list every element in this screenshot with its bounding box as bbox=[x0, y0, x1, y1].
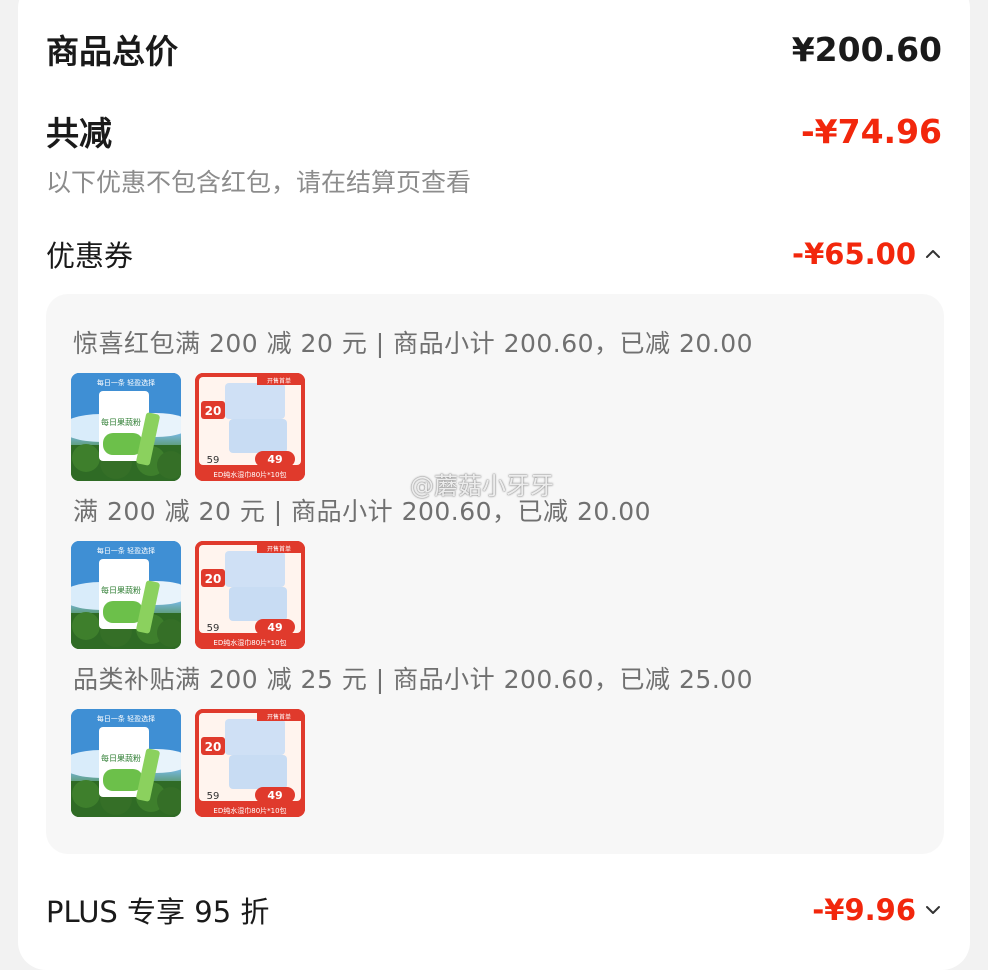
product-image-new-price: 49 bbox=[267, 789, 282, 802]
product-thumbnail[interactable]: 每日一条 轻盈选择 每日果蔬粉 bbox=[71, 709, 181, 817]
coupon-section-value: -¥65.00 bbox=[792, 237, 916, 271]
product-image-discount: 20 bbox=[205, 572, 222, 586]
plus-discount-label: PLUS 专享 95 折 bbox=[46, 895, 270, 929]
coupon-product-list: 每日一条 轻盈选择 每日果蔬粉 20 开售首单 59 49 ED纯水湿巾80片*… bbox=[71, 541, 305, 649]
total-price-row: 商品总价 ¥200.60 bbox=[46, 28, 942, 72]
product-image-footer: ED纯水湿巾80片*10包 bbox=[213, 470, 286, 479]
chevron-down-icon[interactable] bbox=[924, 901, 942, 919]
chevron-up-icon[interactable] bbox=[924, 245, 942, 263]
product-thumbnail[interactable]: 每日一条 轻盈选择 每日果蔬粉 bbox=[71, 373, 181, 481]
coupon-product-list: 每日一条 轻盈选择 每日果蔬粉 20 开售首单 59 49 ED纯水湿巾80片*… bbox=[71, 373, 305, 481]
total-price-label: 商品总价 bbox=[46, 32, 178, 71]
product-image-title: 每日果蔬粉 bbox=[101, 585, 141, 595]
plus-discount-value: -¥9.96 bbox=[812, 893, 916, 927]
product-image-discount: 20 bbox=[205, 404, 222, 418]
coupon-product-list: 每日一条 轻盈选择 每日果蔬粉 20 开售首单 59 49 ED纯水湿巾80片*… bbox=[71, 709, 305, 817]
product-thumbnail[interactable]: 20 开售首单 59 49 ED纯水湿巾80片*10包 bbox=[195, 541, 305, 649]
product-image-supplement: 每日一条 轻盈选择 每日果蔬粉 bbox=[71, 541, 181, 649]
product-image-old-price: 59 bbox=[207, 623, 220, 634]
product-image-supplement: 每日一条 轻盈选择 每日果蔬粉 bbox=[71, 373, 181, 481]
watermark: @蘑菇小牙牙 bbox=[410, 472, 554, 500]
product-image-supplement: 每日一条 轻盈选择 每日果蔬粉 bbox=[71, 709, 181, 817]
product-image-wipes: 20 开售首单 59 49 ED纯水湿巾80片*10包 bbox=[195, 541, 305, 649]
product-image-caption: 每日一条 轻盈选择 bbox=[97, 714, 155, 723]
product-image-caption: 每日一条 轻盈选择 bbox=[97, 378, 155, 387]
product-thumbnail[interactable]: 每日一条 轻盈选择 每日果蔬粉 bbox=[71, 541, 181, 649]
product-image-tag: 开售首单 bbox=[267, 545, 291, 553]
coupon-detail-panel: 惊喜红包满 200 减 20 元 | 商品小计 200.60，已减 20.00 … bbox=[46, 294, 944, 854]
total-discount-row: 共减 -¥74.96 bbox=[46, 110, 942, 154]
product-thumbnail[interactable]: 20 开售首单 59 49 ED纯水湿巾80片*10包 bbox=[195, 709, 305, 817]
product-image-new-price: 49 bbox=[267, 453, 282, 466]
coupon-line: 满 200 减 20 元 | 商品小计 200.60，已减 20.00 bbox=[73, 497, 652, 526]
product-image-new-price: 49 bbox=[267, 621, 282, 634]
product-image-old-price: 59 bbox=[207, 455, 220, 466]
total-price-value: ¥200.60 bbox=[791, 29, 942, 69]
product-image-wipes: 20 开售首单 59 49 ED纯水湿巾80片*10包 bbox=[195, 709, 305, 817]
product-image-footer: ED纯水湿巾80片*10包 bbox=[213, 638, 286, 647]
product-image-wipes: 20 开售首单 59 49 ED纯水湿巾80片*10包 bbox=[195, 373, 305, 481]
coupon-line: 惊喜红包满 200 减 20 元 | 商品小计 200.60，已减 20.00 bbox=[73, 329, 754, 358]
total-discount-label: 共减 bbox=[46, 114, 112, 153]
total-discount-value: -¥74.96 bbox=[800, 111, 942, 151]
coupon-line: 品类补贴满 200 减 25 元 | 商品小计 200.60，已减 25.00 bbox=[73, 665, 754, 694]
product-image-footer: ED纯水湿巾80片*10包 bbox=[213, 806, 286, 815]
product-image-tag: 开售首单 bbox=[267, 713, 291, 721]
coupon-section-header[interactable]: 优惠券 -¥65.00 bbox=[46, 234, 942, 274]
product-image-caption: 每日一条 轻盈选择 bbox=[97, 546, 155, 555]
product-image-tag: 开售首单 bbox=[267, 377, 291, 385]
product-image-old-price: 59 bbox=[207, 791, 220, 802]
product-image-title: 每日果蔬粉 bbox=[101, 417, 141, 427]
product-image-title: 每日果蔬粉 bbox=[101, 753, 141, 763]
product-image-discount: 20 bbox=[205, 740, 222, 754]
plus-discount-row[interactable]: PLUS 专享 95 折 -¥9.96 bbox=[46, 888, 942, 932]
product-thumbnail[interactable]: 20 开售首单 59 49 ED纯水湿巾80片*10包 bbox=[195, 373, 305, 481]
coupon-section-label: 优惠券 bbox=[46, 239, 134, 273]
discount-note: 以下优惠不包含红包，请在结算页查看 bbox=[46, 168, 472, 197]
